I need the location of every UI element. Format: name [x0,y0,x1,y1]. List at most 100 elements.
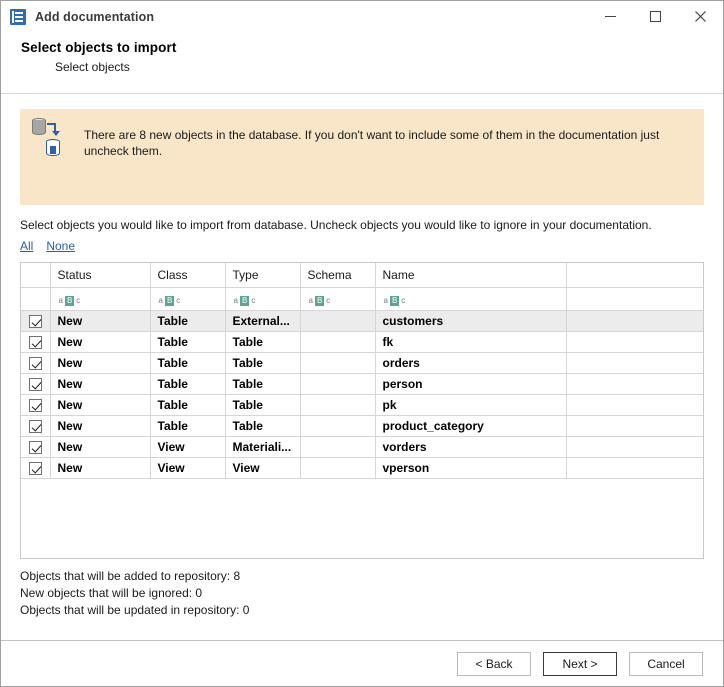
cell-filler [566,394,703,415]
row-checkbox[interactable] [29,336,42,349]
cell-class: Table [150,331,225,352]
cell-name: customers [375,310,566,331]
column-header-name[interactable]: Name [375,263,566,287]
cell-filler [566,352,703,373]
table-row[interactable]: NewTableTablepk [21,394,703,415]
summary-ignored: New objects that will be ignored: 0 [20,585,704,602]
cell-status: New [50,394,150,415]
table-row[interactable]: NewTableExternal...customers [21,310,703,331]
table-row[interactable]: NewViewViewvperson [21,457,703,478]
text-filter-icon[interactable]: aBc [158,296,182,306]
database-import-icon [32,118,70,162]
close-icon[interactable] [678,1,723,32]
cell-schema [300,394,375,415]
row-checkbox-cell[interactable] [21,331,50,352]
column-header-schema[interactable]: Schema [300,263,375,287]
page-subtitle: Select objects [55,60,723,74]
column-header-type[interactable]: Type [225,263,300,287]
cell-class: View [150,457,225,478]
cell-name: pk [375,394,566,415]
cell-schema [300,436,375,457]
window-title: Add documentation [35,10,154,24]
cell-schema [300,373,375,394]
cell-name: orders [375,352,566,373]
text-filter-icon[interactable]: aBc [308,296,332,306]
cancel-button[interactable]: Cancel [629,652,703,676]
row-checkbox-cell[interactable] [21,415,50,436]
cell-filler [566,415,703,436]
filter-cell-schema[interactable]: aBc [300,287,375,310]
row-checkbox-cell[interactable] [21,310,50,331]
maximize-icon[interactable] [633,1,678,32]
wizard-footer: < Back Next > Cancel [1,640,723,686]
cell-status: New [50,415,150,436]
cell-type: Table [225,331,300,352]
filter-cell-name[interactable]: aBc [375,287,566,310]
summary-added: Objects that will be added to repository… [20,568,704,585]
text-filter-icon[interactable]: aBc [233,296,257,306]
column-header-class[interactable]: Class [150,263,225,287]
cell-schema [300,415,375,436]
cell-schema [300,352,375,373]
cell-name: vperson [375,457,566,478]
back-button[interactable]: < Back [457,652,531,676]
document-app-icon [10,9,26,25]
cell-status: New [50,352,150,373]
filter-cell-type[interactable]: aBc [225,287,300,310]
cell-filler [566,310,703,331]
row-checkbox[interactable] [29,315,42,328]
title-bar: Add documentation [1,1,723,32]
minimize-icon[interactable] [588,1,633,32]
objects-grid[interactable]: Status Class Type Schema Name aBc [20,262,704,559]
text-filter-icon[interactable]: aBc [58,296,82,306]
row-checkbox-cell[interactable] [21,436,50,457]
next-button[interactable]: Next > [543,652,617,676]
table-row[interactable]: NewTableTablefk [21,331,703,352]
filter-cell-filler [566,287,703,310]
grid-body: NewTableExternal...customersNewTableTabl… [21,310,703,478]
row-checkbox[interactable] [29,378,42,391]
column-header-checkbox[interactable] [21,263,50,287]
cell-status: New [50,457,150,478]
text-filter-icon[interactable]: aBc [383,296,407,306]
info-banner-text: There are 8 new objects in the database.… [84,128,694,159]
row-checkbox[interactable] [29,399,42,412]
add-documentation-window: Add documentation Select objects to impo… [0,0,724,687]
cell-filler [566,436,703,457]
cell-class: Table [150,373,225,394]
row-checkbox-cell[interactable] [21,373,50,394]
cell-type: View [225,457,300,478]
cell-schema [300,310,375,331]
cell-name: person [375,373,566,394]
filter-cell-checkbox [21,287,50,310]
table-row[interactable]: NewTableTableproduct_category [21,415,703,436]
selection-links: All None [20,239,704,253]
select-none-link[interactable]: None [46,239,75,253]
cell-type: Materiali... [225,436,300,457]
row-checkbox[interactable] [29,357,42,370]
cell-type: Table [225,394,300,415]
cell-type: External... [225,310,300,331]
filter-cell-class[interactable]: aBc [150,287,225,310]
grid-header-row: Status Class Type Schema Name [21,263,703,287]
table-row[interactable]: NewViewMateriali...vorders [21,436,703,457]
row-checkbox-cell[interactable] [21,394,50,415]
row-checkbox-cell[interactable] [21,457,50,478]
select-all-link[interactable]: All [20,239,33,253]
filter-cell-status[interactable]: aBc [50,287,150,310]
row-checkbox-cell[interactable] [21,352,50,373]
cell-type: Table [225,373,300,394]
cell-class: Table [150,415,225,436]
summary-updated: Objects that will be updated in reposito… [20,602,704,619]
row-checkbox[interactable] [29,441,42,454]
wizard-header: Select objects to import Select objects [1,32,723,94]
cell-name: fk [375,331,566,352]
column-header-status[interactable]: Status [50,263,150,287]
table-row[interactable]: NewTableTableperson [21,373,703,394]
row-checkbox[interactable] [29,462,42,475]
cell-class: Table [150,352,225,373]
row-checkbox[interactable] [29,420,42,433]
page-title: Select objects to import [21,40,723,55]
cell-filler [566,373,703,394]
table-row[interactable]: NewTableTableorders [21,352,703,373]
